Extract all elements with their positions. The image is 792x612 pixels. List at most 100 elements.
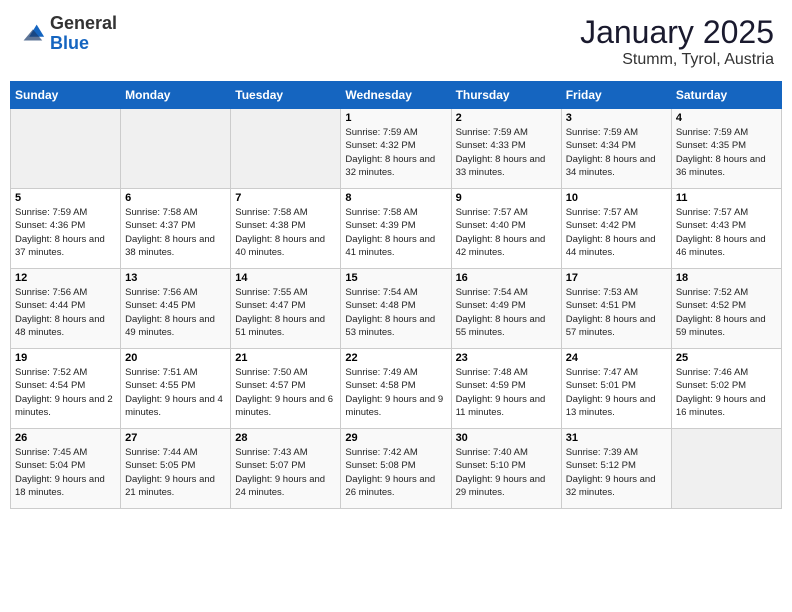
day-detail: Sunrise: 7:58 AM Sunset: 4:39 PM Dayligh… xyxy=(345,206,446,259)
day-detail: Sunrise: 7:49 AM Sunset: 4:58 PM Dayligh… xyxy=(345,366,446,419)
calendar-cell xyxy=(231,109,341,189)
logo-blue-text: Blue xyxy=(50,33,89,53)
calendar-cell: 7Sunrise: 7:58 AM Sunset: 4:38 PM Daylig… xyxy=(231,189,341,269)
day-number: 24 xyxy=(566,352,667,364)
day-detail: Sunrise: 7:57 AM Sunset: 4:42 PM Dayligh… xyxy=(566,206,667,259)
day-number: 14 xyxy=(235,272,336,284)
day-number: 27 xyxy=(125,432,226,444)
calendar-cell: 8Sunrise: 7:58 AM Sunset: 4:39 PM Daylig… xyxy=(341,189,451,269)
calendar-cell: 13Sunrise: 7:56 AM Sunset: 4:45 PM Dayli… xyxy=(121,269,231,349)
calendar-cell: 21 Sunrise: 7:50 AM Sunset: 4:57 PM Dayli… xyxy=(231,349,341,429)
day-detail: Sunrise: 7:53 AM Sunset: 4:51 PM Dayligh… xyxy=(566,286,667,339)
day-detail: Sunrise: 7:59 AM Sunset: 4:36 PM Dayligh… xyxy=(15,206,116,259)
weekday-header: Friday xyxy=(561,82,671,109)
weekday-header: Monday xyxy=(121,82,231,109)
day-detail: Sunrise: 7:47 AM Sunset: 5:01 PM Dayligh… xyxy=(566,366,667,419)
weekday-header: Sunday xyxy=(11,82,121,109)
day-detail: Sunrise: 7:39 AM Sunset: 5:12 PM Dayligh… xyxy=(566,446,667,499)
calendar-cell: 10 Sunrise: 7:57 AM Sunset: 4:42 PM Dayli… xyxy=(561,189,671,269)
day-number: 18 xyxy=(676,272,777,284)
day-number: 25 xyxy=(676,352,777,364)
calendar-cell: 23 Sunrise: 7:48 AM Sunset: 4:59 PM Dayli… xyxy=(451,349,561,429)
logo: General Blue xyxy=(18,14,117,54)
weekday-header: Wednesday xyxy=(341,82,451,109)
calendar-cell: 17 Sunrise: 7:53 AM Sunset: 4:51 PM Dayli… xyxy=(561,269,671,349)
day-detail: Sunrise: 7:59 AM Sunset: 4:35 PM Dayligh… xyxy=(676,126,777,179)
calendar-cell: 2 Sunrise: 7:59 AM Sunset: 4:33 PM Daylig… xyxy=(451,109,561,189)
day-detail: Sunrise: 7:56 AM Sunset: 4:44 PM Dayligh… xyxy=(15,286,116,339)
calendar-cell: 16 Sunrise: 7:54 AM Sunset: 4:49 PM Dayli… xyxy=(451,269,561,349)
day-number: 16 xyxy=(456,272,557,284)
day-number: 11 xyxy=(676,192,777,204)
day-number: 21 xyxy=(235,352,336,364)
calendar-week-row: 19 Sunrise: 7:52 AM Sunset: 4:54 PM Dayli… xyxy=(11,349,782,429)
day-detail: Sunrise: 7:46 AM Sunset: 5:02 PM Dayligh… xyxy=(676,366,777,419)
day-number: 17 xyxy=(566,272,667,284)
day-detail: Sunrise: 7:59 AM Sunset: 4:33 PM Dayligh… xyxy=(456,126,557,179)
calendar-cell: 14 Sunrise: 7:55 AM Sunset: 4:47 PM Dayli… xyxy=(231,269,341,349)
weekday-header: Tuesday xyxy=(231,82,341,109)
calendar-cell: 12 Sunrise: 7:56 AM Sunset: 4:44 PM Dayli… xyxy=(11,269,121,349)
day-number: 10 xyxy=(566,192,667,204)
day-number: 13 xyxy=(125,272,226,284)
day-detail: Sunrise: 7:48 AM Sunset: 4:59 PM Dayligh… xyxy=(456,366,557,419)
day-detail: Sunrise: 7:43 AM Sunset: 5:07 PM Dayligh… xyxy=(235,446,336,499)
day-detail: Sunrise: 7:51 AM Sunset: 4:55 PM Dayligh… xyxy=(125,366,226,419)
calendar-cell: 29Sunrise: 7:42 AM Sunset: 5:08 PM Dayli… xyxy=(341,429,451,509)
day-number: 9 xyxy=(456,192,557,204)
day-number: 19 xyxy=(15,352,116,364)
calendar-cell xyxy=(671,429,781,509)
day-number: 20 xyxy=(125,352,226,364)
calendar-cell: 26 Sunrise: 7:45 AM Sunset: 5:04 PM Dayli… xyxy=(11,429,121,509)
calendar-week-row: 5 Sunrise: 7:59 AM Sunset: 4:36 PM Daylig… xyxy=(11,189,782,269)
day-detail: Sunrise: 7:57 AM Sunset: 4:43 PM Dayligh… xyxy=(676,206,777,259)
calendar-cell: 27Sunrise: 7:44 AM Sunset: 5:05 PM Dayli… xyxy=(121,429,231,509)
calendar-cell: 18 Sunrise: 7:52 AM Sunset: 4:52 PM Dayli… xyxy=(671,269,781,349)
calendar-cell: 3 Sunrise: 7:59 AM Sunset: 4:34 PM Daylig… xyxy=(561,109,671,189)
calendar-week-row: 12 Sunrise: 7:56 AM Sunset: 4:44 PM Dayli… xyxy=(11,269,782,349)
calendar-week-row: 1Sunrise: 7:59 AM Sunset: 4:32 PM Daylig… xyxy=(11,109,782,189)
calendar-cell: 28 Sunrise: 7:43 AM Sunset: 5:07 PM Dayli… xyxy=(231,429,341,509)
day-number: 28 xyxy=(235,432,336,444)
day-number: 5 xyxy=(15,192,116,204)
calendar-cell: 5 Sunrise: 7:59 AM Sunset: 4:36 PM Daylig… xyxy=(11,189,121,269)
day-detail: Sunrise: 7:45 AM Sunset: 5:04 PM Dayligh… xyxy=(15,446,116,499)
weekday-header: Saturday xyxy=(671,82,781,109)
calendar-cell: 24 Sunrise: 7:47 AM Sunset: 5:01 PM Dayli… xyxy=(561,349,671,429)
day-number: 23 xyxy=(456,352,557,364)
day-detail: Sunrise: 7:59 AM Sunset: 4:34 PM Dayligh… xyxy=(566,126,667,179)
title-block: January 2025 Stumm, Tyrol, Austria xyxy=(580,14,774,69)
day-detail: Sunrise: 7:52 AM Sunset: 4:52 PM Dayligh… xyxy=(676,286,777,339)
calendar-cell: 20 Sunrise: 7:51 AM Sunset: 4:55 PM Dayli… xyxy=(121,349,231,429)
calendar-cell: 31 Sunrise: 7:39 AM Sunset: 5:12 PM Dayli… xyxy=(561,429,671,509)
calendar-cell: 15Sunrise: 7:54 AM Sunset: 4:48 PM Dayli… xyxy=(341,269,451,349)
calendar-cell: 9Sunrise: 7:57 AM Sunset: 4:40 PM Daylig… xyxy=(451,189,561,269)
day-detail: Sunrise: 7:58 AM Sunset: 4:37 PM Dayligh… xyxy=(125,206,226,259)
day-detail: Sunrise: 7:50 AM Sunset: 4:57 PM Dayligh… xyxy=(235,366,336,419)
calendar-cell xyxy=(121,109,231,189)
day-number: 22 xyxy=(345,352,446,364)
calendar-table: SundayMondayTuesdayWednesdayThursdayFrid… xyxy=(10,81,782,509)
day-number: 2 xyxy=(456,112,557,124)
calendar-cell: 1Sunrise: 7:59 AM Sunset: 4:32 PM Daylig… xyxy=(341,109,451,189)
calendar-cell: 4 Sunrise: 7:59 AM Sunset: 4:35 PM Daylig… xyxy=(671,109,781,189)
day-number: 3 xyxy=(566,112,667,124)
day-number: 30 xyxy=(456,432,557,444)
day-detail: Sunrise: 7:40 AM Sunset: 5:10 PM Dayligh… xyxy=(456,446,557,499)
day-detail: Sunrise: 7:52 AM Sunset: 4:54 PM Dayligh… xyxy=(15,366,116,419)
day-detail: Sunrise: 7:59 AM Sunset: 4:32 PM Dayligh… xyxy=(345,126,446,179)
day-detail: Sunrise: 7:42 AM Sunset: 5:08 PM Dayligh… xyxy=(345,446,446,499)
day-number: 31 xyxy=(566,432,667,444)
calendar-cell: 22 Sunrise: 7:49 AM Sunset: 4:58 PM Dayli… xyxy=(341,349,451,429)
calendar-cell: 11 Sunrise: 7:57 AM Sunset: 4:43 PM Dayli… xyxy=(671,189,781,269)
month-title: January 2025 xyxy=(580,14,774,51)
day-number: 4 xyxy=(676,112,777,124)
day-number: 12 xyxy=(15,272,116,284)
day-number: 7 xyxy=(235,192,336,204)
day-number: 26 xyxy=(15,432,116,444)
day-detail: Sunrise: 7:54 AM Sunset: 4:49 PM Dayligh… xyxy=(456,286,557,339)
day-detail: Sunrise: 7:55 AM Sunset: 4:47 PM Dayligh… xyxy=(235,286,336,339)
calendar-cell: 19 Sunrise: 7:52 AM Sunset: 4:54 PM Dayli… xyxy=(11,349,121,429)
weekday-header-row: SundayMondayTuesdayWednesdayThursdayFrid… xyxy=(11,82,782,109)
calendar-week-row: 26 Sunrise: 7:45 AM Sunset: 5:04 PM Dayli… xyxy=(11,429,782,509)
